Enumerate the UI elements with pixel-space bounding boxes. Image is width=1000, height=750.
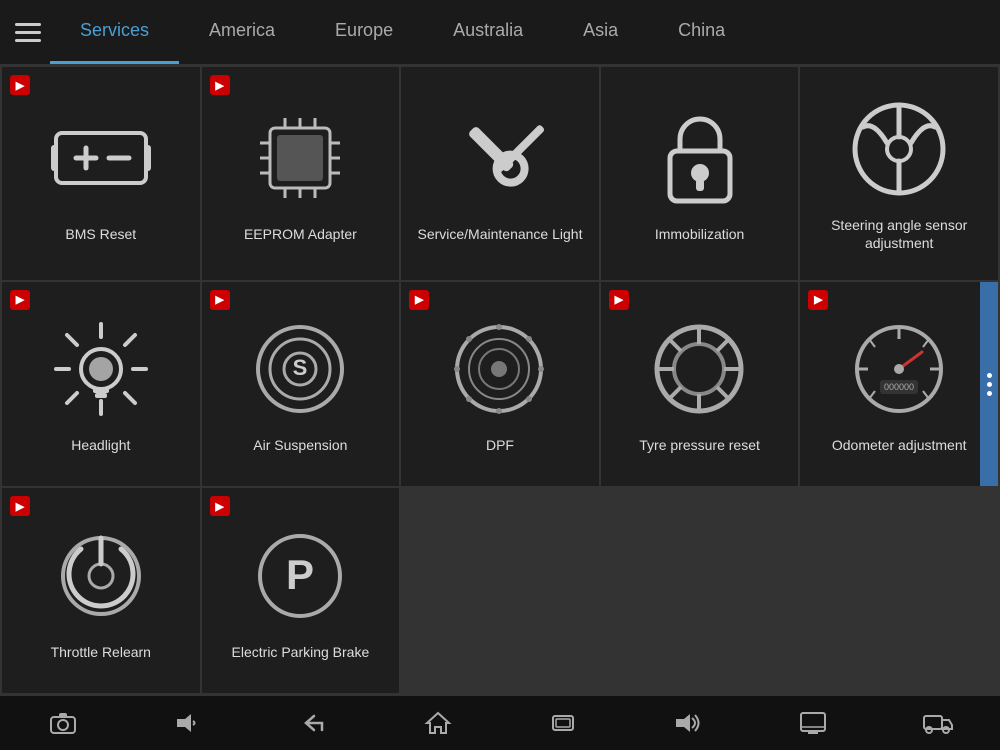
grid-item-odometer[interactable]: ▶ 000000 Odometer adjustment: [800, 282, 998, 487]
nav-tabs: Services America Europe Australia Asia C…: [50, 0, 990, 64]
header: Services America Europe Australia Asia C…: [0, 0, 1000, 65]
tyre-icon: [645, 314, 755, 424]
grid-item-parking[interactable]: ▶ P Electric Parking Brake: [202, 488, 400, 693]
side-panel: [980, 282, 998, 487]
throttle-label: Throttle Relearn: [51, 643, 151, 661]
svg-text:S: S: [293, 355, 308, 380]
parking-icon: P: [245, 521, 355, 631]
steering-label: Steering angle sensor adjustment: [810, 216, 988, 252]
eeprom-label: EEPROM Adapter: [244, 225, 357, 243]
steering-icon: [844, 94, 954, 204]
suspension-label: Air Suspension: [253, 436, 347, 454]
tab-america[interactable]: America: [179, 0, 305, 64]
headlight-icon: [46, 314, 156, 424]
svg-text:000000: 000000: [884, 382, 914, 392]
volume-down-button[interactable]: [163, 703, 213, 743]
tab-australia[interactable]: Australia: [423, 0, 553, 64]
grid-item-air-suspension[interactable]: ▶ S Air Suspension: [202, 282, 400, 487]
grid-item-bms-reset[interactable]: ▶ BMS Reset: [2, 67, 200, 280]
throttle-icon: [46, 521, 156, 631]
tab-china[interactable]: China: [648, 0, 755, 64]
volume-up-button[interactable]: [663, 703, 713, 743]
bms-label: BMS Reset: [65, 225, 136, 243]
grid-item-steering[interactable]: Steering angle sensor adjustment: [800, 67, 998, 280]
menu-button[interactable]: [10, 12, 50, 52]
immobilization-icon: [645, 103, 755, 213]
recent-button[interactable]: [538, 703, 588, 743]
bottom-bar: [0, 695, 1000, 750]
badge-parking: ▶: [210, 496, 230, 516]
service-label: Service/Maintenance Light: [417, 225, 582, 243]
tab-europe[interactable]: Europe: [305, 0, 423, 64]
suspension-icon: S: [245, 314, 355, 424]
odometer-label: Odometer adjustment: [832, 436, 967, 454]
home-button[interactable]: [413, 703, 463, 743]
dpf-icon: [445, 314, 555, 424]
camera-button[interactable]: [38, 703, 88, 743]
services-grid: ▶ BMS Reset ▶: [0, 65, 1000, 695]
headlight-label: Headlight: [71, 436, 130, 454]
grid-item-dpf[interactable]: ▶ DPF: [401, 282, 599, 487]
immobilization-label: Immobilization: [655, 225, 744, 243]
eeprom-icon: [245, 103, 355, 213]
badge-dpf: ▶: [409, 290, 429, 310]
svg-text:P: P: [286, 551, 314, 598]
grid-item-tyre[interactable]: ▶ Tyre pressure reset: [601, 282, 799, 487]
odometer-icon: 000000: [844, 314, 954, 424]
grid-item-throttle[interactable]: ▶ Throttle Relearn: [2, 488, 200, 693]
grid-item-eeprom[interactable]: ▶ EEPROM A: [202, 67, 400, 280]
badge-eeprom: ▶: [210, 75, 230, 95]
parking-label: Electric Parking Brake: [232, 643, 370, 661]
screen-button[interactable]: [788, 703, 838, 743]
badge-throttle: ▶: [10, 496, 30, 516]
badge-headlight: ▶: [10, 290, 30, 310]
bms-icon: [46, 103, 156, 213]
badge-suspension: ▶: [210, 290, 230, 310]
back-button[interactable]: [288, 703, 338, 743]
badge-tyre: ▶: [609, 290, 629, 310]
badge-odometer: ▶: [808, 290, 828, 310]
dpf-label: DPF: [486, 436, 514, 454]
service-icon: [445, 103, 555, 213]
grid-item-immobilization[interactable]: Immobilization: [601, 67, 799, 280]
tab-services[interactable]: Services: [50, 0, 179, 64]
truck-button[interactable]: [913, 703, 963, 743]
grid-item-service[interactable]: Service/Maintenance Light: [401, 67, 599, 280]
badge-bms: ▶: [10, 75, 30, 95]
tab-asia[interactable]: Asia: [553, 0, 648, 64]
tyre-label: Tyre pressure reset: [639, 436, 760, 454]
grid-item-headlight[interactable]: ▶ Headlight: [2, 282, 200, 487]
